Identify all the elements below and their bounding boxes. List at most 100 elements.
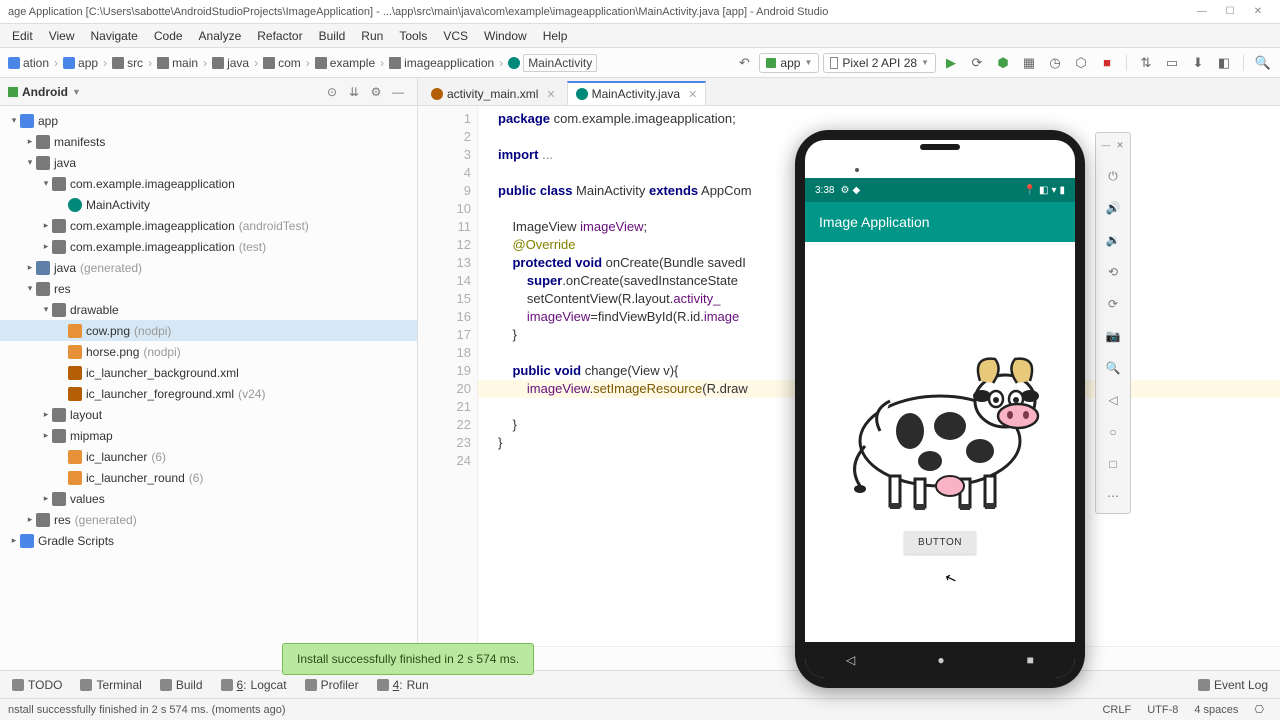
resource-manager-button[interactable]: ◧: [1213, 52, 1235, 74]
menu-navigate[interactable]: Navigate: [82, 27, 145, 45]
tree-row[interactable]: ▾com.example.imageapplication: [0, 173, 417, 194]
menu-window[interactable]: Window: [476, 27, 535, 45]
breadcrumb-item[interactable]: app: [61, 54, 100, 72]
tree-row[interactable]: ic_launcher(6): [0, 446, 417, 467]
nav-overview-button[interactable]: ■: [1027, 653, 1034, 667]
tree-row[interactable]: ▸java(generated): [0, 257, 417, 278]
bottom-tab-6-logcat[interactable]: 6: Logcat: [215, 676, 293, 694]
search-button[interactable]: 🔍: [1252, 52, 1274, 74]
tree-row[interactable]: ▾drawable: [0, 299, 417, 320]
device-selector[interactable]: Pixel 2 API 28 ▼: [823, 53, 936, 73]
back-icon[interactable]: ◁: [1102, 389, 1124, 411]
target-icon[interactable]: ⊙: [321, 81, 343, 103]
rotate-left-icon[interactable]: ⟲: [1102, 261, 1124, 283]
bottom-tab-profiler[interactable]: Profiler: [299, 676, 365, 694]
breadcrumb-item[interactable]: example: [313, 54, 377, 72]
home-icon[interactable]: ○: [1102, 421, 1124, 443]
back-icon[interactable]: ↶: [733, 52, 755, 74]
more-icon[interactable]: ⋯: [1102, 485, 1124, 507]
menu-edit[interactable]: Edit: [4, 27, 41, 45]
breadcrumb-item[interactable]: main: [155, 54, 200, 72]
menu-build[interactable]: Build: [311, 27, 354, 45]
tree-row[interactable]: ▸com.example.imageapplication(test): [0, 236, 417, 257]
emulator-close[interactable]: ✕: [1114, 139, 1126, 151]
breadcrumb-item[interactable]: java: [210, 54, 251, 72]
breadcrumb-item[interactable]: imageapplication: [387, 54, 496, 72]
tree-row[interactable]: ▾res: [0, 278, 417, 299]
profile-button[interactable]: ◷: [1044, 52, 1066, 74]
zoom-icon[interactable]: 🔍: [1102, 357, 1124, 379]
tree-row[interactable]: ▾java: [0, 152, 417, 173]
bottom-tab-4-run[interactable]: 4: Run: [371, 676, 435, 694]
tree-row[interactable]: horse.png(nodpi): [0, 341, 417, 362]
sdk-manager-button[interactable]: ⬇: [1187, 52, 1209, 74]
coverage-button[interactable]: ▦: [1018, 52, 1040, 74]
menu-analyze[interactable]: Analyze: [191, 27, 250, 45]
tree-row[interactable]: MainActivity: [0, 194, 417, 215]
nav-back-button[interactable]: ◁: [846, 653, 855, 667]
debug-button[interactable]: ⬢: [992, 52, 1014, 74]
menu-run[interactable]: Run: [353, 27, 391, 45]
close-tab-icon[interactable]: ✕: [688, 88, 697, 101]
android-icon: [8, 87, 18, 97]
volume-down-icon[interactable]: 🔉: [1102, 229, 1124, 251]
breadcrumb-item[interactable]: src: [110, 54, 145, 72]
window-close[interactable]: ✕: [1244, 3, 1272, 21]
bottom-tab-todo[interactable]: TODO: [6, 676, 68, 694]
menu-view[interactable]: View: [41, 27, 83, 45]
apply-changes-button[interactable]: ⟳: [966, 52, 988, 74]
collapse-all-icon[interactable]: ⇊: [343, 81, 365, 103]
tree-row[interactable]: ▸layout: [0, 404, 417, 425]
event-log-tab[interactable]: Event Log: [1192, 676, 1274, 694]
tree-row[interactable]: ▸com.example.imageapplication(androidTes…: [0, 215, 417, 236]
line-ending-indicator[interactable]: CRLF: [1094, 704, 1139, 716]
tree-row[interactable]: cow.png(nodpi): [0, 320, 417, 341]
hide-icon[interactable]: —: [387, 81, 409, 103]
encoding-indicator[interactable]: UTF-8: [1139, 704, 1186, 716]
tree-row[interactable]: ▸values: [0, 488, 417, 509]
close-tab-icon[interactable]: ✕: [546, 88, 555, 101]
avd-manager-button[interactable]: ▭: [1161, 52, 1183, 74]
context-icon[interactable]: ⎔: [1246, 703, 1272, 716]
window-minimize[interactable]: —: [1188, 3, 1216, 21]
breadcrumb-item[interactable]: com: [261, 54, 303, 72]
stop-button[interactable]: ■: [1096, 52, 1118, 74]
rotate-right-icon[interactable]: ⟳: [1102, 293, 1124, 315]
menu-vcs[interactable]: VCS: [435, 27, 476, 45]
menu-code[interactable]: Code: [146, 27, 191, 45]
bottom-tab-terminal[interactable]: Terminal: [74, 676, 147, 694]
indent-indicator[interactable]: 4 spaces: [1186, 704, 1246, 716]
menu-refactor[interactable]: Refactor: [249, 27, 310, 45]
run-button[interactable]: ▶: [940, 52, 962, 74]
tree-row[interactable]: ic_launcher_background.xml: [0, 362, 417, 383]
editor-tab[interactable]: MainActivity.java✕: [567, 81, 707, 105]
bottom-tab-build[interactable]: Build: [154, 676, 209, 694]
window-maximize[interactable]: ☐: [1216, 3, 1244, 21]
tree-row[interactable]: ▸res(generated): [0, 509, 417, 530]
tree-row[interactable]: ▸manifests: [0, 131, 417, 152]
run-config-selector[interactable]: app ▼: [759, 53, 819, 73]
tree-row[interactable]: ▸mipmap: [0, 425, 417, 446]
sync-gradle-button[interactable]: ⇅: [1135, 52, 1157, 74]
breadcrumb-item[interactable]: ation: [6, 54, 51, 72]
tree-row[interactable]: ▾app: [0, 110, 417, 131]
overview-icon[interactable]: □: [1102, 453, 1124, 475]
emulator-minimize[interactable]: —: [1100, 139, 1112, 151]
power-icon[interactable]: ⏻: [1102, 165, 1124, 187]
menu-tools[interactable]: Tools: [391, 27, 435, 45]
gear-icon[interactable]: ⚙: [365, 81, 387, 103]
menu-help[interactable]: Help: [535, 27, 576, 45]
emulator-window[interactable]: 3:38 ⚙◆ 📍◧▾▮ Image Application: [795, 130, 1085, 688]
nav-home-button[interactable]: ●: [937, 653, 944, 667]
breadcrumb-item[interactable]: MainActivity: [506, 52, 599, 74]
change-image-button[interactable]: BUTTON: [904, 531, 976, 554]
tree-row[interactable]: ▸Gradle Scripts: [0, 530, 417, 551]
camera-icon[interactable]: 📷: [1102, 325, 1124, 347]
tree-row[interactable]: ic_launcher_foreground.xml(v24): [0, 383, 417, 404]
project-tree[interactable]: ▾app▸manifests▾java▾com.example.imageapp…: [0, 106, 417, 670]
project-panel-header[interactable]: Android ▼ ⊙ ⇊ ⚙ —: [0, 78, 417, 106]
tree-row[interactable]: ic_launcher_round(6): [0, 467, 417, 488]
volume-up-icon[interactable]: 🔊: [1102, 197, 1124, 219]
attach-debugger-button[interactable]: ⬡: [1070, 52, 1092, 74]
editor-tab[interactable]: activity_main.xml✕: [422, 82, 565, 105]
